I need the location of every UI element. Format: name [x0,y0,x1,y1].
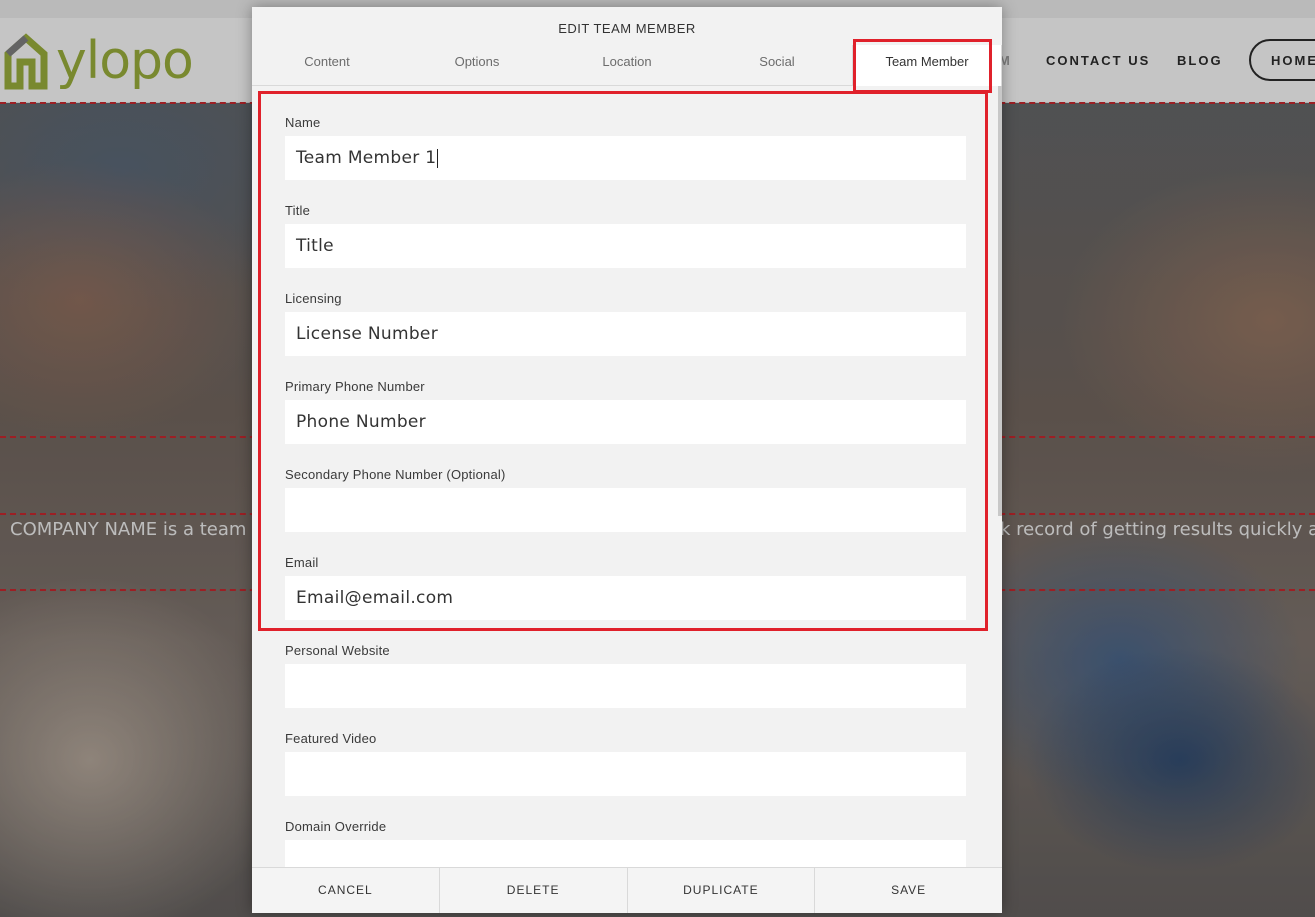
field-label-name: Name [285,115,321,130]
modal-tabs: Content Options Location Social Team Mem… [252,45,1002,86]
text-caret [437,148,439,168]
secondary-phone-input[interactable] [285,488,966,532]
field-label-secondary-phone: Secondary Phone Number (Optional) [285,467,506,482]
tab-team-member[interactable]: Team Member [852,45,1002,86]
field-label-title: Title [285,203,311,218]
domain-override-input[interactable] [285,840,966,867]
field-domain-override: Domain Override [285,818,966,867]
field-label-domain-override: Domain Override [285,819,387,834]
field-personal-website: Personal Website [285,642,966,708]
field-label-licensing: Licensing [285,291,342,306]
cancel-button[interactable]: CANCEL [252,868,440,913]
name-input-value: Team Member 1 [296,148,437,168]
title-input[interactable] [285,224,966,268]
field-name: Name Team Member 1 [285,114,966,180]
tab-social[interactable]: Social [702,45,852,85]
featured-video-input[interactable] [285,752,966,796]
field-title: Title Title [285,202,966,268]
field-label-personal-website: Personal Website [285,643,390,658]
save-button[interactable]: SAVE [815,868,1002,913]
field-secondary-phone: Secondary Phone Number (Optional) [285,466,966,532]
field-primary-phone: Primary Phone Number Phone Number [285,378,966,444]
field-label-featured-video: Featured Video [285,731,377,746]
field-label-email: Email [285,555,319,570]
modal-title: EDIT TEAM MEMBER [558,21,696,36]
field-label-primary-phone: Primary Phone Number [285,379,425,394]
field-licensing: Licensing License Number [285,290,966,356]
personal-website-input[interactable] [285,664,966,708]
modal-footer: CANCEL DELETE DUPLICATE SAVE [252,867,1002,913]
form-scroll-area[interactable]: Name Team Member 1 Title Title Licensing… [252,86,1002,867]
field-featured-video: Featured Video [285,730,966,796]
field-email: Email Email@email.com [285,554,966,620]
name-input[interactable]: Team Member 1 [285,136,966,180]
tab-options[interactable]: Options [402,45,552,85]
tab-content[interactable]: Content [252,45,402,85]
form-scrollbar[interactable] [998,86,1002,516]
email-input[interactable] [285,576,966,620]
edit-team-member-modal: EDIT TEAM MEMBER Content Options Locatio… [252,7,1002,913]
tab-location[interactable]: Location [552,45,702,85]
duplicate-button[interactable]: DUPLICATE [628,868,816,913]
primary-phone-input[interactable] [285,400,966,444]
delete-button[interactable]: DELETE [440,868,628,913]
licensing-input[interactable] [285,312,966,356]
